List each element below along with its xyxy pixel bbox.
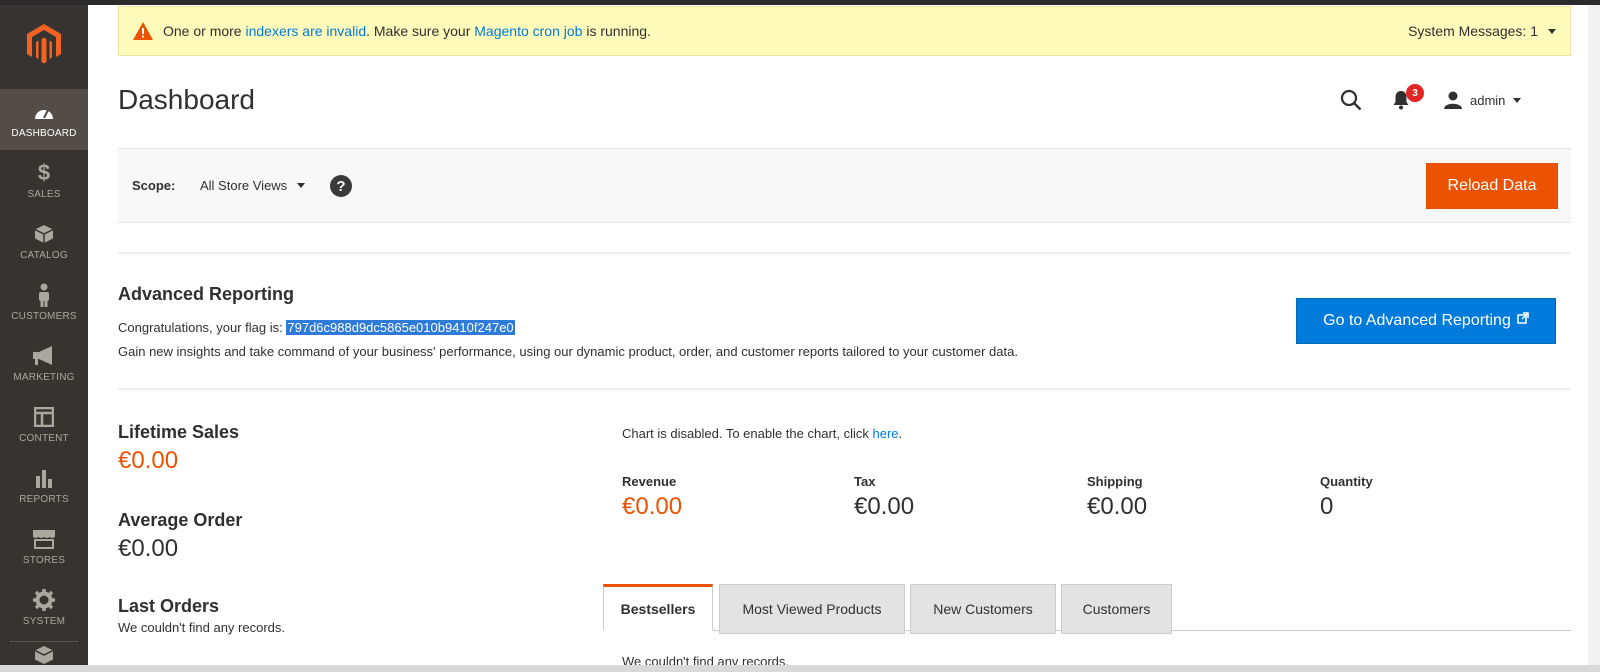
store-view-value: All Store Views — [200, 178, 288, 193]
magento-logo[interactable] — [0, 5, 88, 83]
nav-partial-item[interactable] — [0, 645, 88, 667]
flag-value: 797d6c988d9dc5865e010b9410f247e0 — [286, 320, 515, 335]
dashboard-icon — [32, 100, 56, 124]
message-suffix: is running. — [582, 23, 651, 39]
average-order-value: €0.00 — [118, 535, 179, 562]
advanced-reporting-title: Advanced Reporting — [118, 284, 295, 304]
total-quantity: Quantity 0 — [1320, 474, 1373, 521]
nav-customers[interactable]: CUSTOMERS — [0, 272, 88, 333]
admin-username: admin — [1470, 92, 1506, 108]
help-icon[interactable]: ? — [330, 175, 352, 197]
search-icon — [1340, 89, 1362, 111]
nav-customers-label: CUSTOMERS — [11, 311, 77, 322]
total-shipping: Shipping €0.00 — [1087, 474, 1147, 521]
message-middle: . Make sure your — [366, 23, 475, 39]
chevron-down-icon — [297, 183, 306, 188]
magento-logo-icon — [27, 24, 61, 64]
chart-note-end: . — [898, 426, 903, 441]
indexers-link[interactable]: indexers are invalid — [245, 23, 366, 39]
cron-job-link[interactable]: Magento cron job — [474, 23, 582, 39]
notifications-button[interactable]: 3 — [1392, 84, 1424, 110]
advanced-reporting-button-label: Go to Advanced Reporting — [1323, 312, 1511, 329]
scope-toolbar: Scope: All Store Views ? Reload Data — [118, 148, 1571, 223]
total-label: Quantity — [1320, 474, 1373, 489]
tab-most-viewed-products[interactable]: Most Viewed Products — [719, 584, 905, 634]
gear-icon — [32, 588, 56, 612]
reload-data-button[interactable]: Reload Data — [1426, 163, 1558, 209]
tab-customers[interactable]: Customers — [1061, 584, 1172, 634]
go-to-advanced-reporting-button[interactable]: Go to Advanced Reporting — [1296, 298, 1556, 344]
enable-chart-link[interactable]: here — [873, 426, 899, 441]
tab-bestsellers[interactable]: Bestsellers — [603, 584, 713, 631]
nav-system-label: SYSTEM — [22, 616, 66, 627]
search-button[interactable] — [1340, 89, 1362, 111]
total-value: €0.00 — [1087, 493, 1148, 520]
nav-marketing-label: MARKETING — [13, 372, 75, 383]
nav-catalog-label: CATALOG — [20, 250, 68, 261]
nav-dashboard[interactable]: DASHBOARD — [0, 89, 88, 150]
person-icon — [32, 283, 56, 307]
total-value: €0.00 — [854, 493, 915, 520]
nav-dashboard-label: DASHBOARD — [11, 128, 77, 139]
window-right-edge — [1588, 5, 1600, 665]
nav-content[interactable]: CONTENT — [0, 394, 88, 455]
tab-new-customers[interactable]: New Customers — [910, 584, 1056, 634]
user-icon — [1444, 91, 1462, 109]
nav-content-label: CONTENT — [19, 433, 69, 444]
system-messages-dropdown[interactable]: System Messages: 1 — [1408, 7, 1556, 55]
admin-sidebar: DASHBOARD $ SALES CATALOG CUSTOMERS MARK… — [0, 5, 88, 665]
system-message-bar: One or more indexers are invalid . Make … — [118, 6, 1571, 56]
total-value: 0 — [1320, 493, 1334, 520]
nav-sales-label: SALES — [27, 189, 61, 200]
chevron-down-icon — [1513, 97, 1522, 103]
megaphone-icon — [32, 344, 56, 368]
lifetime-sales-value: €0.00 — [118, 447, 179, 474]
advanced-reporting-description: Gain new insights and take command of yo… — [118, 344, 1018, 359]
nav-marketing[interactable]: MARKETING — [0, 333, 88, 394]
system-messages-label: System Messages: 1 — [1408, 23, 1538, 39]
nav-reports-label: REPORTS — [19, 494, 69, 505]
cube-icon — [32, 222, 56, 246]
nav-catalog[interactable]: CATALOG — [0, 211, 88, 272]
window-bottom-edge — [0, 665, 1600, 672]
store-view-switcher[interactable]: All Store Views — [200, 178, 306, 193]
nav-sales[interactable]: $ SALES — [0, 150, 88, 211]
sidebar-divider — [10, 641, 78, 642]
advanced-reporting-flag-line: Congratulations, your flag is: 797d6c988… — [118, 320, 515, 335]
cube-icon — [32, 645, 56, 665]
last-orders-empty: We couldn't find any records. — [118, 620, 285, 635]
warning-icon — [133, 22, 153, 40]
notification-count-badge: 3 — [1406, 84, 1424, 102]
nav-stores[interactable]: STORES — [0, 516, 88, 577]
nav-reports[interactable]: REPORTS — [0, 455, 88, 516]
divider — [118, 388, 1571, 390]
congrats-text: Congratulations, your flag is: — [118, 320, 287, 335]
scope-label: Scope: — [132, 178, 176, 193]
layout-icon — [32, 405, 56, 429]
chart-disabled-note: Chart is disabled. To enable the chart, … — [622, 426, 902, 441]
total-label: Shipping — [1087, 474, 1143, 489]
chart-note-text: Chart is disabled. To enable the chart, … — [622, 426, 873, 441]
total-value: €0.00 — [622, 493, 683, 520]
divider — [118, 252, 1571, 254]
external-link-icon — [1517, 312, 1529, 324]
nav-stores-label: STORES — [22, 555, 66, 566]
average-order-label: Average Order — [118, 510, 243, 530]
chevron-down-icon — [1548, 28, 1556, 34]
total-label: Revenue — [622, 474, 677, 489]
total-label: Tax — [854, 474, 876, 489]
total-tax: Tax €0.00 — [854, 474, 914, 521]
bar-chart-icon — [32, 466, 56, 490]
lifetime-sales-label: Lifetime Sales — [118, 422, 240, 442]
last-orders-label: Last Orders — [118, 596, 220, 616]
storefront-icon — [32, 527, 56, 551]
message-prefix: One or more — [163, 23, 246, 39]
dollar-icon: $ — [37, 160, 51, 185]
header-actions: 3 admin — [1340, 84, 1522, 115]
window-top-edge — [0, 0, 1600, 5]
admin-user-menu[interactable]: admin — [1444, 91, 1522, 109]
page-title: Dashboard — [118, 84, 255, 115]
total-revenue: Revenue €0.00 — [622, 474, 682, 521]
nav-system[interactable]: SYSTEM — [0, 577, 88, 638]
